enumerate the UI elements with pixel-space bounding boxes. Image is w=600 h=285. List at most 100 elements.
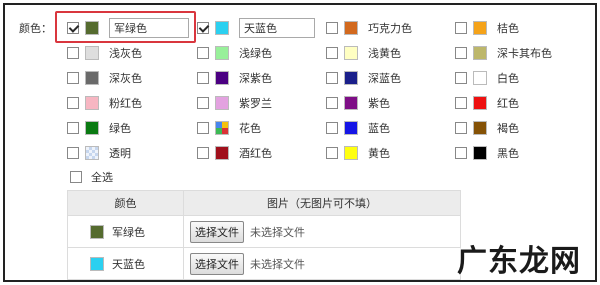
color-swatch <box>215 121 229 135</box>
color-name: 粉红色 <box>109 97 142 110</box>
color-swatch <box>344 146 358 160</box>
color-swatch <box>344 96 358 110</box>
color-checkbox[interactable] <box>67 47 79 59</box>
color-option[interactable]: 浅绿色 <box>197 42 272 64</box>
color-name-input[interactable] <box>239 18 315 38</box>
color-option[interactable]: 深紫色 <box>197 67 272 89</box>
select-all-checkbox[interactable] <box>70 171 82 183</box>
color-option[interactable]: 蓝色 <box>326 117 390 139</box>
color-swatch <box>344 121 358 135</box>
color-option[interactable]: 紫色 <box>326 92 390 114</box>
color-image-table: 颜色 图片（无图片可不填） 军绿色 选择文件 未选择文件 天蓝色 选择文件 未选… <box>67 190 461 280</box>
color-checkbox[interactable] <box>455 22 467 34</box>
select-all-option[interactable]: 全选 <box>70 168 113 186</box>
color-swatch <box>215 21 229 35</box>
color-option[interactable]: 白色 <box>455 67 519 89</box>
color-checkbox[interactable] <box>455 97 467 109</box>
color-swatch <box>344 21 358 35</box>
color-swatch <box>473 21 487 35</box>
color-name: 浅灰色 <box>109 47 142 60</box>
color-checkbox[interactable] <box>197 22 209 34</box>
color-swatch <box>85 46 99 60</box>
color-name: 褐色 <box>497 122 519 135</box>
table-header-row: 颜色 图片（无图片可不填） <box>67 190 461 216</box>
color-swatch <box>85 146 99 160</box>
color-checkbox[interactable] <box>67 147 79 159</box>
color-option[interactable]: 粉红色 <box>67 92 142 114</box>
table-row: 天蓝色 选择文件 未选择文件 <box>67 247 461 280</box>
color-name: 浅黄色 <box>368 47 401 60</box>
color-option[interactable]: 黑色 <box>455 142 519 164</box>
color-option[interactable]: 桔色 <box>455 17 519 39</box>
color-option[interactable]: 花色 <box>197 117 261 139</box>
color-option[interactable]: 浅黄色 <box>326 42 401 64</box>
color-checkbox[interactable] <box>326 97 338 109</box>
color-swatch <box>215 46 229 60</box>
header-color: 颜色 <box>67 190 184 216</box>
color-checkbox[interactable] <box>197 122 209 134</box>
color-name: 紫色 <box>368 97 390 110</box>
color-option[interactable]: 深卡其布色 <box>455 42 552 64</box>
color-swatch <box>85 96 99 110</box>
color-swatch <box>85 121 99 135</box>
file-status-text: 未选择文件 <box>250 225 305 239</box>
color-field-label: 颜色： <box>19 22 52 35</box>
file-cell: 选择文件 未选择文件 <box>183 215 461 248</box>
color-checkbox[interactable] <box>326 147 338 159</box>
color-checkbox[interactable] <box>455 47 467 59</box>
color-checkbox[interactable] <box>455 122 467 134</box>
color-option[interactable]: 绿色 <box>67 117 131 139</box>
color-swatch <box>344 71 358 85</box>
color-swatch <box>85 71 99 85</box>
color-swatch <box>473 71 487 85</box>
color-swatch <box>215 96 229 110</box>
choose-file-button[interactable]: 选择文件 <box>190 220 244 243</box>
color-option[interactable]: 巧克力色 <box>326 17 412 39</box>
color-checkbox[interactable] <box>197 147 209 159</box>
color-name: 花色 <box>239 122 261 135</box>
selection-highlight-box <box>55 11 196 43</box>
file-status-text: 未选择文件 <box>250 257 305 271</box>
color-option[interactable]: 红色 <box>455 92 519 114</box>
site-watermark: 广东龙网 <box>457 244 581 279</box>
color-checkbox[interactable] <box>67 122 79 134</box>
color-name: 深灰色 <box>109 72 142 85</box>
color-name: 桔色 <box>497 22 519 35</box>
color-cell: 军绿色 <box>67 215 184 248</box>
color-name: 蓝色 <box>368 122 390 135</box>
color-checkbox[interactable] <box>197 47 209 59</box>
color-checkbox[interactable] <box>455 72 467 84</box>
color-option[interactable]: 酒红色 <box>197 142 272 164</box>
color-name: 绿色 <box>109 122 131 135</box>
color-swatch <box>215 146 229 160</box>
color-swatch <box>473 46 487 60</box>
color-option[interactable]: 褐色 <box>455 117 519 139</box>
file-cell: 选择文件 未选择文件 <box>183 247 461 280</box>
table-row: 军绿色 选择文件 未选择文件 <box>67 215 461 248</box>
color-option[interactable] <box>197 17 315 39</box>
color-checkbox[interactable] <box>326 47 338 59</box>
color-swatch <box>344 46 358 60</box>
color-checkbox[interactable] <box>197 97 209 109</box>
color-checkbox[interactable] <box>326 122 338 134</box>
color-name: 深蓝色 <box>368 72 401 85</box>
color-checkbox[interactable] <box>197 72 209 84</box>
choose-file-button[interactable]: 选择文件 <box>190 252 244 275</box>
color-checkbox[interactable] <box>326 72 338 84</box>
color-option[interactable]: 紫罗兰 <box>197 92 272 114</box>
color-option[interactable]: 浅灰色 <box>67 42 142 64</box>
color-checkbox[interactable] <box>67 72 79 84</box>
color-option[interactable]: 透明 <box>67 142 131 164</box>
color-name: 黄色 <box>368 147 390 160</box>
color-checkbox[interactable] <box>455 147 467 159</box>
color-name: 酒红色 <box>239 147 272 160</box>
color-cell: 天蓝色 <box>67 247 184 280</box>
color-option[interactable]: 深灰色 <box>67 67 142 89</box>
color-checkbox[interactable] <box>67 97 79 109</box>
color-option[interactable]: 深蓝色 <box>326 67 401 89</box>
color-name: 黑色 <box>497 147 519 160</box>
color-option[interactable]: 黄色 <box>326 142 390 164</box>
color-name: 深紫色 <box>239 72 272 85</box>
color-swatch <box>473 96 487 110</box>
color-checkbox[interactable] <box>326 22 338 34</box>
